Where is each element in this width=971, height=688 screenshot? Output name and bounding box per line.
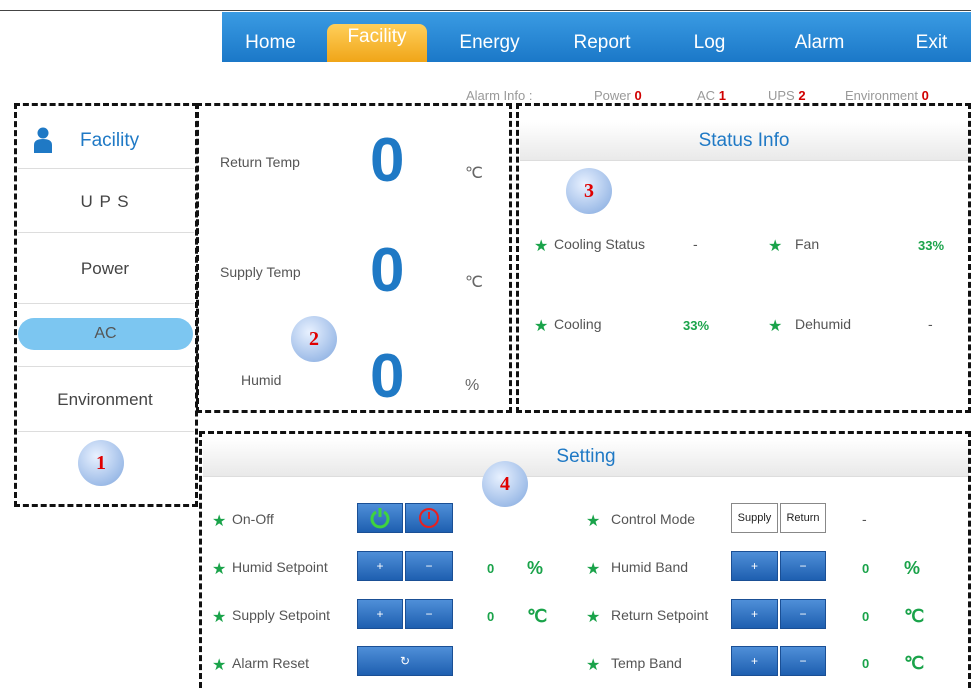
nav-home[interactable]: Home [222,12,319,62]
nav-facility[interactable]: Facility [327,24,427,62]
alarm-ups-count: 2 [798,88,806,103]
alarm-ac-count: 1 [718,88,726,103]
alarm-env-count: 0 [921,88,929,103]
alarm-ups-label: UPS [768,88,795,103]
nav-facility-label: Facility [347,26,407,47]
nav-alarm[interactable]: Alarm [767,12,872,62]
alarm-power[interactable]: Power 0 [594,88,642,103]
alarm-environment[interactable]: Environment 0 [845,88,929,103]
alarm-env-label: Environment [845,88,918,103]
nav-exit[interactable]: Exit [892,12,971,62]
alarm-ac[interactable]: AC 1 [697,88,726,103]
region-2-outline [196,103,512,413]
alarm-info-label: Alarm Info : [466,88,533,103]
alarm-ac-label: AC [697,88,716,103]
alarm-power-count: 0 [634,88,642,103]
region-4-outline [199,431,971,688]
nav-energy[interactable]: Energy [437,12,542,62]
callout-badge-1: 1 [78,440,124,486]
region-3-outline [516,103,971,413]
callout-badge-4: 4 [482,461,528,507]
alarm-ups[interactable]: UPS 2 [768,88,806,103]
nav-log[interactable]: Log [667,12,752,62]
callout-badge-3: 3 [566,168,612,214]
alarm-power-label: Power [594,88,631,103]
callout-badge-2: 2 [291,316,337,362]
nav-report[interactable]: Report [552,12,652,62]
top-divider [0,10,971,11]
main-nav: Home Facility Energy Report Log Alarm Ex… [222,12,971,62]
